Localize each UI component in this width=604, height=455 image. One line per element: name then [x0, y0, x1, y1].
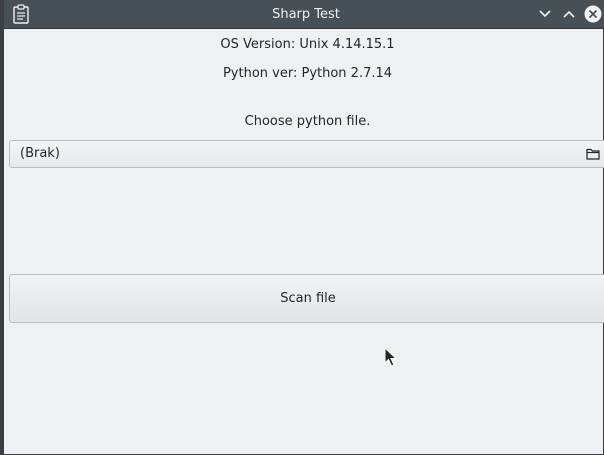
window-title: Sharp Test — [272, 7, 340, 22]
choose-file-label: Choose python file. — [244, 114, 371, 129]
main-content: OS Version: Unix 4.14.15.1 Python ver: P… — [8, 29, 604, 454]
scan-file-button[interactable]: Scan file — [9, 274, 604, 323]
python-version-label: Python ver: Python 2.7.14 — [222, 66, 393, 81]
close-icon[interactable] — [584, 5, 602, 23]
maximize-icon[interactable] — [560, 5, 578, 23]
title-bar[interactable]: Sharp Test — [4, 0, 604, 29]
folder-icon[interactable] — [586, 147, 600, 161]
file-selector[interactable]: (Brak) — [9, 140, 604, 168]
file-selector-value: (Brak) — [20, 146, 60, 161]
mouse-cursor-icon — [384, 347, 398, 367]
minimize-icon[interactable] — [536, 5, 554, 23]
os-version-label: OS Version: Unix 4.14.15.1 — [220, 37, 395, 52]
app-window: Sharp Test OS Version: Unix 4.14.15.1 Py… — [0, 0, 604, 455]
